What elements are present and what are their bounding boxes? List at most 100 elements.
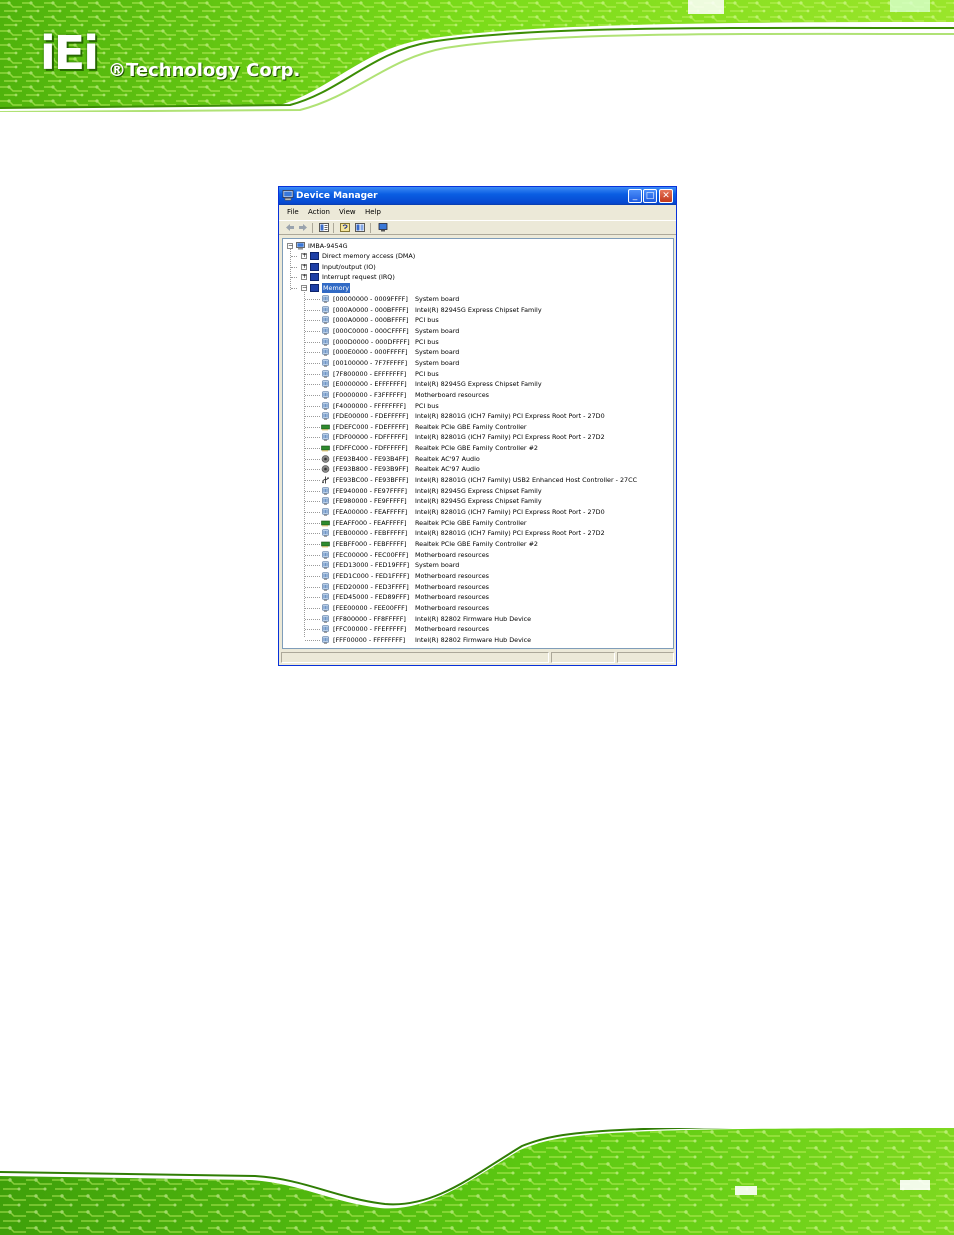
collapse-expander[interactable]: − [301, 285, 307, 291]
tree-connector [305, 416, 320, 417]
tree-connector [305, 629, 320, 630]
computer-icon [296, 242, 305, 250]
memory-resource-row[interactable]: [FFF00000 - FFFFFFFF] Intel(R) 82802 Firm… [283, 635, 673, 645]
chip-icon [322, 497, 329, 505]
memory-resource-row[interactable]: [FF800000 - FF8FFFFF] Intel(R) 82802 Firm… [283, 614, 673, 624]
monitor-icon[interactable] [378, 223, 388, 232]
memory-range-label: [7F800000 - EFFFFFFF] [333, 370, 407, 378]
chip-icon [322, 615, 329, 623]
title-bar[interactable]: Device Manager _ □ ✕ [279, 187, 676, 205]
computer-icon [282, 190, 294, 201]
network-card-icon [321, 424, 330, 431]
memory-resource-row[interactable]: [FEE00000 - FEE00FFF] Motherboard resourc… [283, 603, 673, 613]
memory-resource-row[interactable]: [000A0000 - 000BFFFF] Intel(R) 82945G Exp… [283, 305, 673, 315]
tree-connector [305, 342, 320, 343]
chip-icon [322, 433, 329, 441]
memory-resource-row[interactable]: [FDFFC000 - FDFFFFFF] Realtek PCIe GBE Fa… [283, 443, 673, 453]
memory-resource-row[interactable]: [FDEFC000 - FDEFFFFF] Realtek PCIe GBE Fa… [283, 422, 673, 432]
collapse-expander[interactable]: − [287, 243, 293, 249]
memory-resource-row[interactable]: [FE93B400 - FE93B4FF] Realtek AC'97 Audio [283, 454, 673, 464]
tree-category-irq[interactable]: + Interrupt request (IRQ) [283, 272, 663, 282]
device-name-label: System board [415, 348, 460, 356]
device-name-label: PCI bus [415, 316, 439, 324]
menu-file[interactable]: File [287, 207, 299, 218]
memory-range-label: [FDF00000 - FDFFFFFF] [333, 433, 408, 441]
memory-range-label: [000A0000 - 000BFFFF] [333, 306, 409, 314]
expand-expander[interactable]: + [301, 264, 307, 270]
memory-range-label: [FFF00000 - FFFFFFFF] [333, 636, 406, 644]
status-segment [281, 652, 549, 663]
chip-icon [322, 636, 329, 644]
memory-resource-row[interactable]: [FEAFF000 - FEAFFFFF] Realtek PCIe GBE Fa… [283, 518, 673, 528]
resource-category-icon [310, 263, 319, 271]
memory-resource-row[interactable]: [FE93BC00 - FE93BFFF] Intel(R) 82801G (IC… [283, 475, 673, 485]
memory-resource-row[interactable]: [FE980000 - FE9FFFFF] Intel(R) 82945G Exp… [283, 496, 673, 506]
memory-resource-row[interactable]: [FED13000 - FED19FFF] System board [283, 560, 673, 570]
tree-connector [305, 533, 320, 534]
category-label: Interrupt request (IRQ) [322, 273, 395, 281]
device-name-label: PCI bus [415, 338, 439, 346]
toolbar-separator [312, 223, 313, 233]
memory-resource-row[interactable]: [FE93B800 - FE93B9FF] Realtek AC'97 Audio [283, 464, 673, 474]
forward-arrow-icon[interactable] [298, 223, 308, 232]
memory-resource-row[interactable]: [FEBFF000 - FEBFFFFF] Realtek PCIe GBE Fa… [283, 539, 673, 549]
memory-resource-row[interactable]: [00100000 - 7F7FFFFF] System board [283, 358, 673, 368]
device-tree[interactable]: − IMBA-9454G + Direct memory access (DMA… [282, 238, 674, 649]
memory-resource-row[interactable]: [FDF00000 - FDFFFFFF] Intel(R) 82801G (IC… [283, 432, 673, 442]
tree-category-io[interactable]: + Input/output (IO) [283, 262, 663, 272]
expand-expander[interactable]: + [301, 274, 307, 280]
tree-connector [305, 406, 320, 407]
tree-category-memory[interactable]: − Memory [283, 283, 663, 293]
device-name-label: Realtek AC'97 Audio [415, 455, 480, 463]
memory-resource-row[interactable]: [F0000000 - F3FFFFFF] Motherboard resourc… [283, 390, 673, 400]
memory-range-label: [FE940000 - FE97FFFF] [333, 487, 408, 495]
memory-resource-row[interactable]: [F4000000 - FFFFFFFF] PCI bus [283, 401, 673, 411]
tree-root-node[interactable]: − IMBA-9454G [283, 241, 663, 251]
device-name-label: Intel(R) 82945G Express Chipset Family [415, 497, 542, 505]
memory-resource-row[interactable]: [FED45000 - FED89FFF] Motherboard resourc… [283, 592, 673, 602]
menu-action[interactable]: Action [308, 207, 330, 218]
chip-icon [322, 380, 329, 388]
status-segment [617, 652, 674, 663]
scan-hardware-icon[interactable] [355, 223, 365, 232]
minimize-button[interactable]: _ [628, 189, 642, 203]
memory-resource-row[interactable]: [000C0000 - 000CFFFF] System board [283, 326, 673, 336]
memory-resource-row[interactable]: [FEC00000 - FEC00FFF] Motherboard resourc… [283, 550, 673, 560]
memory-resource-row[interactable]: [000A0000 - 000BFFFF] PCI bus [283, 315, 673, 325]
device-name-label: Intel(R) 82801G (ICH7 Family) PCI Expres… [415, 529, 605, 537]
memory-resource-row[interactable]: [E0000000 - EFFFFFFF] Intel(R) 82945G Exp… [283, 379, 673, 389]
memory-resource-row[interactable]: [000D0000 - 000DFFFF] PCI bus [283, 337, 673, 347]
device-name-label: Motherboard resources [415, 593, 489, 601]
tree-connector [305, 299, 320, 300]
memory-resource-row[interactable]: [FEA00000 - FEAFFFFF] Intel(R) 82801G (IC… [283, 507, 673, 517]
expand-expander[interactable]: + [301, 253, 307, 259]
memory-resource-row[interactable]: [7F800000 - EFFFFFFF] PCI bus [283, 369, 673, 379]
tree-connector [291, 256, 297, 257]
maximize-button[interactable]: □ [643, 189, 657, 203]
memory-resource-row[interactable]: [FED1C000 - FED1FFFF] Motherboard resourc… [283, 571, 673, 581]
tree-connector [305, 491, 320, 492]
chip-icon [322, 316, 329, 324]
close-button[interactable]: ✕ [659, 189, 673, 203]
memory-range-label: [FDEFC000 - FDEFFFFF] [333, 423, 409, 431]
tree-connector [305, 555, 320, 556]
device-name-label: Intel(R) 82945G Express Chipset Family [415, 487, 542, 495]
tree-connector [305, 363, 320, 364]
back-arrow-icon[interactable] [285, 223, 295, 232]
chip-icon [322, 604, 329, 612]
properties-icon[interactable] [319, 223, 329, 232]
help-icon[interactable] [340, 223, 350, 232]
menu-help[interactable]: Help [365, 207, 381, 218]
memory-resource-row[interactable]: [000E0000 - 000FFFFF] System board [283, 347, 673, 357]
memory-range-label: [FEA00000 - FEAFFFFF] [333, 508, 408, 516]
memory-resource-row[interactable]: [FED20000 - FED3FFFF] Motherboard resourc… [283, 582, 673, 592]
memory-resource-row[interactable]: [FFC00000 - FFEFFFFF] Motherboard resourc… [283, 624, 673, 634]
chip-icon [322, 338, 329, 346]
memory-resource-row[interactable]: [FDE00000 - FDEFFFFF] Intel(R) 82801G (IC… [283, 411, 673, 421]
memory-resource-row[interactable]: [FEB00000 - FEBFFFFF] Intel(R) 82801G (IC… [283, 528, 673, 538]
memory-resource-row[interactable]: [FE940000 - FE97FFFF] Intel(R) 82945G Exp… [283, 486, 673, 496]
memory-resource-row[interactable]: [00000000 - 0009FFFF] System board [283, 294, 673, 304]
memory-range-label: [FE93B800 - FE93B9FF] [333, 465, 409, 473]
menu-view[interactable]: View [339, 207, 356, 218]
tree-category-dma[interactable]: + Direct memory access (DMA) [283, 251, 663, 261]
